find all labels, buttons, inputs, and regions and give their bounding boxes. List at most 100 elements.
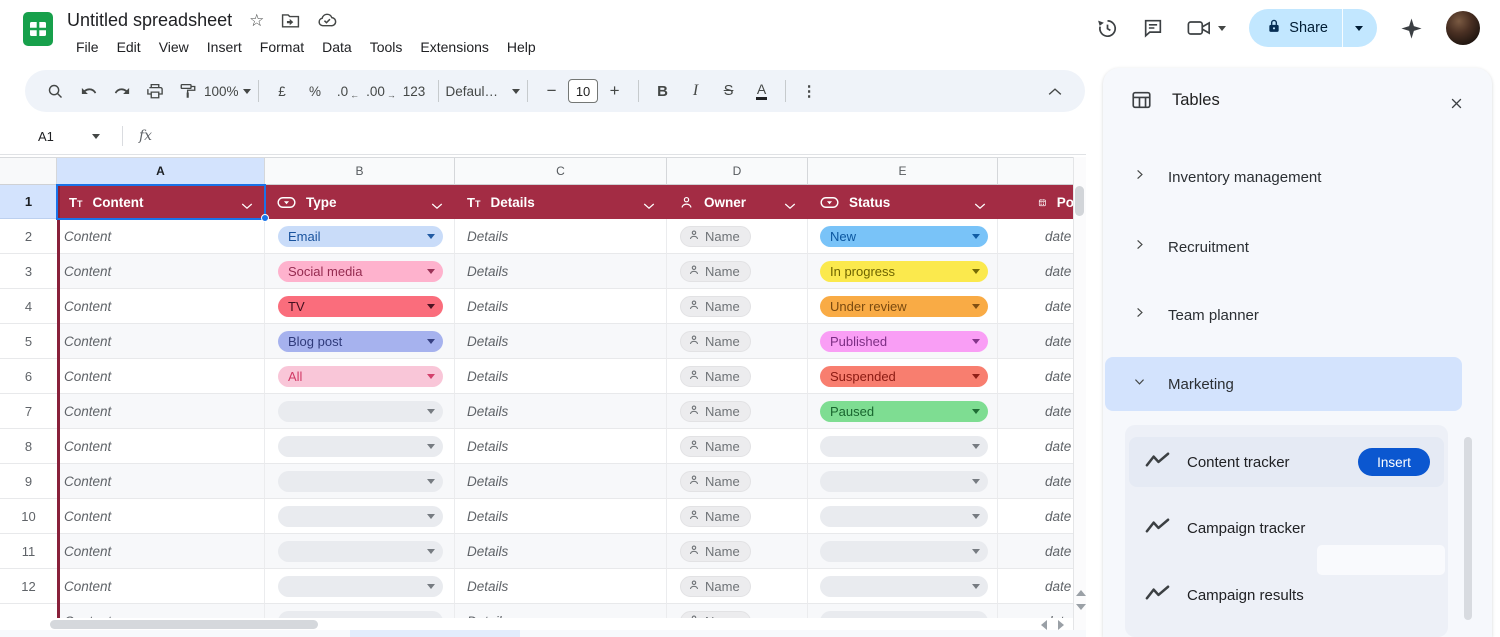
cell-content[interactable]: Content	[57, 394, 265, 429]
account-avatar[interactable]	[1446, 11, 1480, 45]
version-history-icon[interactable]	[1096, 17, 1119, 40]
cell-status[interactable]	[808, 534, 998, 569]
cell-details[interactable]: Details	[455, 254, 667, 289]
cell-owner[interactable]: Name	[667, 429, 808, 464]
cell-owner[interactable]: Name	[667, 604, 808, 618]
cell-details[interactable]: Details	[455, 394, 667, 429]
type-chip[interactable]	[278, 471, 443, 492]
owner-chip[interactable]: Name	[680, 261, 751, 282]
status-chip[interactable]: Paused	[820, 401, 988, 422]
number-format-button[interactable]: 123	[398, 76, 431, 106]
cell-owner[interactable]: Name	[667, 324, 808, 359]
cell-details[interactable]: Details	[455, 499, 667, 534]
share-button[interactable]: Share	[1249, 9, 1377, 47]
cell-content[interactable]: Content	[57, 289, 265, 324]
cell-status[interactable]	[808, 464, 998, 499]
status-chip[interactable]	[820, 611, 988, 619]
more-options-button[interactable]: ⋮	[793, 76, 826, 106]
cell-owner[interactable]: Name	[667, 394, 808, 429]
cell-details[interactable]: Details	[455, 324, 667, 359]
type-chip[interactable]	[278, 611, 443, 619]
cell-details[interactable]: Details	[455, 219, 667, 254]
row-header[interactable]: 6	[0, 359, 57, 394]
cell-status[interactable]	[808, 429, 998, 464]
comments-icon[interactable]	[1142, 17, 1164, 39]
row-header[interactable]: 4	[0, 289, 57, 324]
cell-content[interactable]: Content	[57, 569, 265, 604]
format-currency-button[interactable]: £	[266, 76, 299, 106]
menu-view[interactable]: View	[150, 37, 198, 57]
zoom-select[interactable]: 100%	[204, 76, 251, 106]
name-box-caret-icon[interactable]	[92, 134, 100, 139]
close-icon[interactable]	[1443, 90, 1469, 116]
status-chip[interactable]: Under review	[820, 296, 988, 317]
menu-extensions[interactable]: Extensions	[411, 37, 497, 57]
menu-format[interactable]: Format	[251, 37, 313, 57]
cell-content[interactable]: Content	[57, 429, 265, 464]
cell-type[interactable]	[265, 499, 455, 534]
gemini-sparkle-icon[interactable]	[1400, 17, 1423, 40]
cell-status[interactable]: In progress	[808, 254, 998, 289]
row-header-1[interactable]: 1	[0, 185, 57, 219]
vertical-scrollbar-thumb[interactable]	[1075, 186, 1084, 216]
vertical-scrollbar[interactable]	[1073, 157, 1086, 630]
owner-chip[interactable]: Name	[680, 541, 751, 562]
cell-content[interactable]: Content	[57, 464, 265, 499]
owner-chip[interactable]: Name	[680, 401, 751, 422]
chevron-down-icon[interactable]	[643, 197, 655, 215]
cell-type[interactable]	[265, 429, 455, 464]
cell-type[interactable]: Blog post	[265, 324, 455, 359]
menu-file[interactable]: File	[67, 37, 108, 57]
menu-insert[interactable]: Insert	[198, 37, 251, 57]
cell-owner[interactable]: Name	[667, 289, 808, 324]
cell-status[interactable]	[808, 499, 998, 534]
chevron-down-icon[interactable]	[974, 197, 986, 215]
cell-type[interactable]	[265, 394, 455, 429]
cell-content[interactable]: Content	[57, 499, 265, 534]
cell-owner[interactable]: Name	[667, 254, 808, 289]
format-percent-button[interactable]: %	[299, 76, 332, 106]
cell-type[interactable]: TV	[265, 289, 455, 324]
status-chip[interactable]: Published	[820, 331, 988, 352]
type-chip[interactable]: All	[278, 366, 443, 387]
cell-content[interactable]: Content	[57, 254, 265, 289]
cell-status[interactable]	[808, 604, 998, 618]
column-header-A[interactable]: A	[57, 158, 265, 185]
cell-type[interactable]: Email	[265, 219, 455, 254]
sheets-logo-icon[interactable]	[22, 11, 54, 47]
cell-owner[interactable]: Name	[667, 464, 808, 499]
cell-type[interactable]	[265, 534, 455, 569]
status-chip[interactable]	[820, 471, 988, 492]
sidebar-group-team-planner[interactable]: Team planner	[1105, 291, 1462, 339]
decrease-font-size-button[interactable]: −	[535, 76, 568, 106]
increase-decimal-button[interactable]: .00→	[365, 76, 398, 106]
menu-help[interactable]: Help	[498, 37, 545, 57]
sidebar-group-inventory-management[interactable]: Inventory management	[1105, 153, 1462, 201]
cell-details[interactable]: Details	[455, 289, 667, 324]
row-header[interactable]: 10	[0, 499, 57, 534]
text-color-button[interactable]: A	[745, 76, 778, 106]
owner-chip[interactable]: Name	[680, 576, 751, 597]
row-header[interactable]: 8	[0, 429, 57, 464]
sidebar-table-campaign-results[interactable]: Campaign results	[1129, 571, 1444, 619]
cell-status[interactable]	[808, 569, 998, 604]
cell-details[interactable]: Details	[455, 534, 667, 569]
cell-owner[interactable]: Name	[667, 534, 808, 569]
status-chip[interactable]	[820, 506, 988, 527]
cell-status[interactable]: New	[808, 219, 998, 254]
document-title[interactable]: Untitled spreadsheet	[67, 10, 232, 31]
table-header-details[interactable]: TTDetails	[455, 185, 667, 219]
table-header-status[interactable]: Status	[808, 185, 998, 219]
scroll-up-arrow[interactable]	[1076, 590, 1086, 596]
scroll-down-arrow[interactable]	[1076, 604, 1086, 610]
status-chip[interactable]	[820, 541, 988, 562]
scroll-left-arrow[interactable]	[1041, 620, 1047, 630]
table-header-owner[interactable]: Owner	[667, 185, 808, 219]
sidebar-table-content-tracker[interactable]: Content trackerInsert	[1129, 437, 1444, 487]
owner-chip[interactable]: Name	[680, 436, 751, 457]
cell-status[interactable]: Published	[808, 324, 998, 359]
column-header-D[interactable]: D	[667, 158, 808, 185]
type-chip[interactable]: Blog post	[278, 331, 443, 352]
owner-chip[interactable]: Name	[680, 226, 751, 247]
type-chip[interactable]	[278, 541, 443, 562]
